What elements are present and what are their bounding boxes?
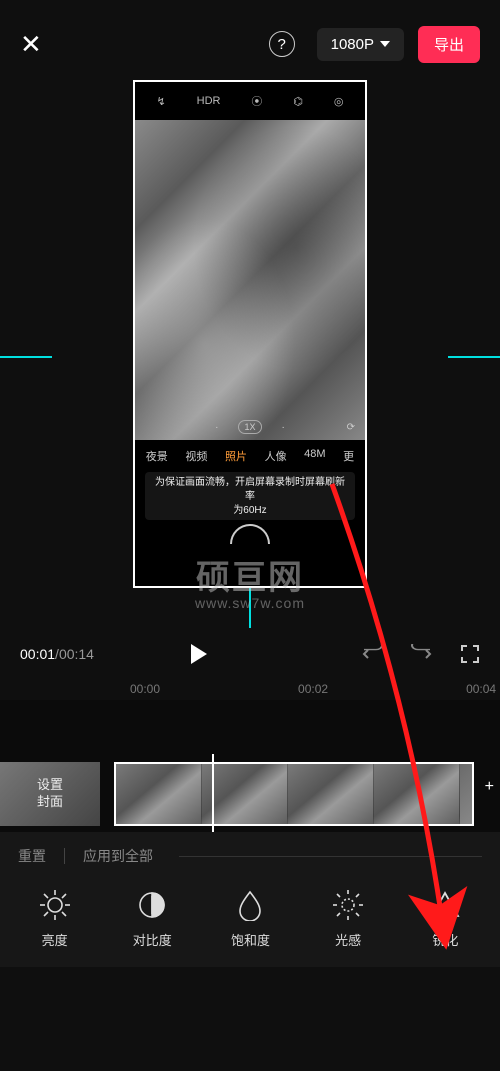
contrast-icon — [133, 886, 171, 924]
preview-frame[interactable]: ↯ HDR ⦿ ⌬ ◎ · 1X · ⟳ 夜景 视频 照片 人像 48M 更 为… — [133, 80, 367, 588]
reset-button[interactable]: 重置 — [18, 846, 46, 866]
tool-saturation[interactable]: 饱和度 — [231, 886, 270, 949]
tool-contrast[interactable]: 对比度 — [133, 886, 172, 949]
adjust-slider[interactable] — [179, 856, 482, 857]
camera-flip-icon: ⟳ — [347, 422, 355, 433]
zoom-badge: 1X — [238, 420, 261, 434]
adjust-top-bar: 重置 应用到全部 — [0, 832, 500, 872]
filter-icon: ⌬ — [293, 95, 303, 108]
apply-all-button[interactable]: 应用到全部 — [83, 846, 153, 866]
undo-button[interactable] — [360, 644, 384, 664]
resolution-label: 1080P — [331, 36, 374, 53]
settings-icon: ◎ — [334, 95, 344, 108]
hdr-icon: HDR — [197, 95, 221, 107]
saturation-icon — [231, 886, 269, 924]
adjust-tools: 亮度 对比度 饱和度 光感 — [0, 872, 500, 967]
export-button[interactable]: 导出 — [418, 26, 480, 63]
tool-light-sense[interactable]: 光感 — [329, 886, 367, 949]
play-bar: 00:01/00:14 — [0, 628, 500, 680]
tool-brightness[interactable]: 亮度 — [36, 886, 74, 949]
set-cover-button[interactable]: 设置 封面 — [0, 762, 100, 826]
tool-sharpen[interactable]: 锐化 — [426, 886, 464, 949]
target-icon: ⦿ — [251, 93, 262, 109]
resolution-dropdown[interactable]: 1080P — [317, 28, 404, 61]
brightness-icon — [36, 886, 74, 924]
crop-guide — [0, 356, 52, 358]
preview-area: ↯ HDR ⦿ ⌬ ◎ · 1X · ⟳ 夜景 视频 照片 人像 48M 更 为… — [0, 80, 500, 628]
top-bar: ✕ ? 1080P 导出 — [0, 0, 500, 80]
flash-icon: ↯ — [156, 95, 165, 108]
timeline[interactable]: 设置 封面 + — [0, 700, 500, 832]
video-clip[interactable] — [114, 762, 474, 826]
timecode: 00:01/00:14 — [20, 646, 94, 662]
help-button[interactable]: ? — [269, 31, 295, 57]
chevron-down-icon — [380, 41, 390, 47]
tip-text: 为保证画面流畅，开启屏幕录制时屏幕刷新率 为60Hz — [145, 472, 355, 520]
play-button[interactable] — [191, 644, 207, 664]
add-clip-button[interactable]: + — [485, 778, 494, 796]
fullscreen-button[interactable] — [460, 644, 480, 664]
timeline-ruler: 00:00 00:02 00:04 — [0, 680, 500, 700]
preview-image: · 1X · ⟳ — [135, 120, 365, 440]
playhead[interactable] — [212, 754, 214, 832]
shutter-icon — [230, 524, 270, 544]
camera-modes: 夜景 视频 照片 人像 48M 更 — [135, 440, 365, 468]
crop-guide — [448, 356, 500, 358]
sharpen-icon — [426, 886, 464, 924]
camera-top-icons: ↯ HDR ⦿ ⌬ ◎ — [135, 82, 365, 120]
close-button[interactable]: ✕ — [20, 29, 42, 60]
light-icon — [329, 886, 367, 924]
redo-button[interactable] — [410, 644, 434, 664]
